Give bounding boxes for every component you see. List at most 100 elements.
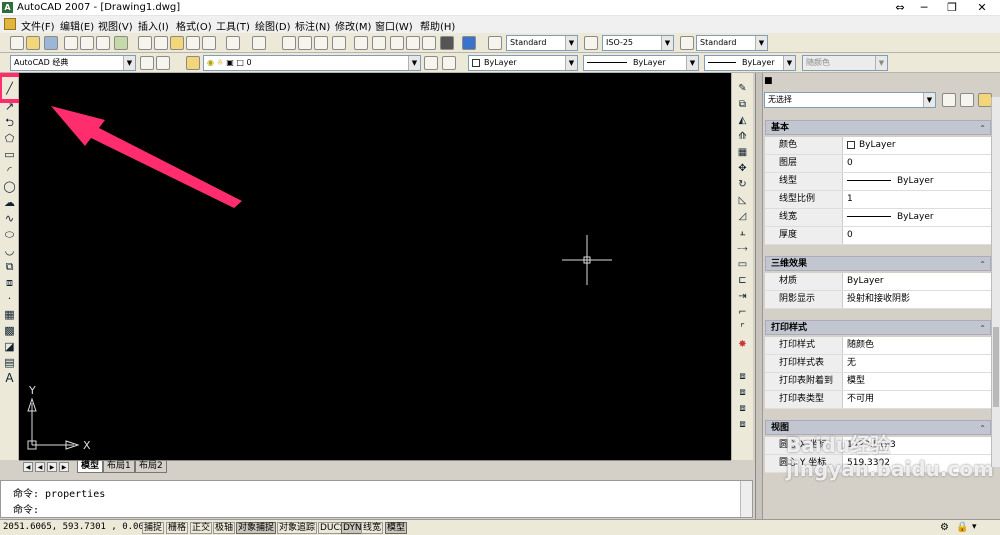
zoom-realtime-icon[interactable] [298, 36, 312, 50]
first-tab-icon[interactable]: ◀ [23, 462, 33, 472]
menu-draw[interactable]: 绘图(D) [255, 18, 291, 33]
fillet-icon[interactable]: ⌜ [735, 321, 750, 336]
toggle-pickadd-icon[interactable] [942, 93, 956, 107]
lineweight-select[interactable]: ByLayer ▼ [704, 55, 796, 71]
rectangle-icon[interactable]: ▭ [2, 147, 17, 162]
drawing-canvas[interactable]: Y X [19, 73, 731, 460]
array-icon[interactable]: ▦ [735, 145, 750, 160]
draworder-under-icon[interactable]: ⧈ [735, 417, 750, 432]
section-general[interactable]: 基本 ⌃ [765, 120, 991, 135]
explode-icon[interactable]: ✸ [735, 337, 750, 352]
rotate-icon[interactable]: ↻ [735, 177, 750, 192]
calculator-icon[interactable] [440, 36, 454, 50]
make-block-icon[interactable]: ⧈ [2, 275, 17, 290]
region-icon[interactable]: ◪ [2, 339, 17, 354]
break-icon[interactable]: ⊏ [735, 273, 750, 288]
cut-icon[interactable] [138, 36, 152, 50]
menu-dimension[interactable]: 标注(N) [295, 18, 330, 33]
command-window[interactable]: 命令: properties 命令: [0, 480, 753, 518]
properties-icon[interactable] [354, 36, 368, 50]
last-tab-icon[interactable]: ▶ [59, 462, 69, 472]
zoom-window-icon[interactable] [314, 36, 328, 50]
draworder-front-icon[interactable]: ⧈ [735, 369, 750, 384]
tab-model[interactable]: 模型 [77, 461, 104, 473]
trim-icon[interactable]: ⫠ [735, 225, 750, 240]
document-icon[interactable] [4, 18, 16, 30]
otrack-toggle[interactable]: 对象追踪 [277, 522, 318, 534]
pan-icon[interactable] [282, 36, 296, 50]
dim-style-select[interactable]: ISO-25 ▼ [602, 35, 674, 51]
polar-toggle[interactable]: 极轴 [213, 522, 236, 534]
menu-help[interactable]: 帮助(H) [420, 18, 455, 33]
design-center-icon[interactable] [372, 36, 386, 50]
mirror-icon[interactable]: ◭ [735, 113, 750, 128]
undo-icon[interactable] [226, 36, 240, 50]
command-scrollbar[interactable] [740, 481, 752, 517]
draworder-above-icon[interactable]: ⧈ [735, 401, 750, 416]
menu-edit[interactable]: 编辑(E) [60, 18, 94, 33]
offset-icon[interactable]: ⟰ [735, 129, 750, 144]
dim-style-icon[interactable] [584, 36, 598, 50]
layer-select[interactable]: ◉ ☼ ▣ □ 0 ▼ [203, 55, 421, 71]
text-style-select[interactable]: Standard ▼ [506, 35, 578, 51]
arc-icon[interactable]: ◜ [2, 163, 17, 178]
menu-insert[interactable]: 插入(I) [138, 18, 169, 33]
break-at-point-icon[interactable]: ▭ [735, 257, 750, 272]
extend-icon[interactable]: ⤍ [735, 241, 750, 256]
insert-block-icon[interactable]: ⧉ [2, 259, 17, 274]
layer-manager-icon[interactable] [186, 56, 200, 70]
ellipse-icon[interactable]: ⬭ [2, 227, 17, 242]
select-objects-icon[interactable] [960, 93, 974, 107]
point-icon[interactable]: · [2, 291, 17, 306]
zoom-previous-icon[interactable] [332, 36, 346, 50]
scroll-thumb[interactable] [993, 327, 999, 407]
copy-icon[interactable] [154, 36, 168, 50]
polyline-icon[interactable]: ⮌ [2, 115, 17, 130]
menu-tools[interactable]: 工具(T) [216, 18, 250, 33]
lock-icon[interactable]: 🔒 [956, 522, 968, 534]
draworder-back-icon[interactable]: ⧈ [735, 385, 750, 400]
section-3d-effects[interactable]: 三维效果 ⌃ [765, 256, 991, 271]
minimize-button[interactable]: ─ [912, 0, 936, 16]
paste-icon[interactable] [170, 36, 184, 50]
publish-icon[interactable] [96, 36, 110, 50]
plot-icon[interactable] [64, 36, 78, 50]
workspace-settings-icon[interactable] [140, 56, 154, 70]
markup-icon[interactable] [422, 36, 436, 50]
coordinates-display[interactable]: 2051.6065, 593.7301 , 0.0000 [3, 522, 155, 532]
properties-scrollbar[interactable] [991, 97, 1000, 467]
copy-object-icon[interactable]: ⧉ [735, 97, 750, 112]
menu-format[interactable]: 格式(O) [176, 18, 212, 33]
block-editor-icon[interactable] [202, 36, 216, 50]
layer-previous-icon[interactable] [442, 56, 456, 70]
chamfer-icon[interactable]: ⌐ [735, 305, 750, 320]
join-icon[interactable]: ⇥ [735, 289, 750, 304]
color-select[interactable]: ByLayer ▼ [468, 55, 578, 71]
move-icon[interactable]: ✥ [735, 161, 750, 176]
status-menu-icon[interactable]: ▾ [972, 522, 984, 534]
match-properties-icon[interactable] [186, 36, 200, 50]
quick-select-icon[interactable] [978, 93, 992, 107]
tab-layout1[interactable]: 布局1 [103, 461, 135, 473]
gradient-icon[interactable]: ▩ [2, 323, 17, 338]
restore-arrows-icon[interactable]: ⇔ [888, 0, 912, 16]
new-icon[interactable] [10, 36, 24, 50]
section-plot-style[interactable]: 打印样式 ⌃ [765, 320, 991, 335]
ellipse-arc-icon[interactable]: ◡ [2, 243, 17, 258]
menu-file[interactable]: 文件(F) [21, 18, 55, 33]
ortho-toggle[interactable]: 正交 [190, 522, 213, 534]
table-style-icon[interactable] [680, 36, 694, 50]
save-workspace-icon[interactable] [156, 56, 170, 70]
table-style-select[interactable]: Standard ▼ [696, 35, 768, 51]
make-object-layer-current-icon[interactable] [424, 56, 438, 70]
model-toggle[interactable]: 模型 [385, 522, 408, 534]
menu-view[interactable]: 视图(V) [98, 18, 133, 33]
next-tab-icon[interactable]: ▶ [47, 462, 57, 472]
text-style-icon[interactable] [488, 36, 502, 50]
close-button[interactable]: ✕ [970, 0, 994, 16]
selection-select[interactable]: 无选择 ▼ [764, 92, 936, 108]
plot-preview-icon[interactable] [80, 36, 94, 50]
stretch-icon[interactable]: ◿ [735, 209, 750, 224]
polygon-icon[interactable]: ⬠ [2, 131, 17, 146]
revision-cloud-icon[interactable]: ☁ [2, 195, 17, 210]
